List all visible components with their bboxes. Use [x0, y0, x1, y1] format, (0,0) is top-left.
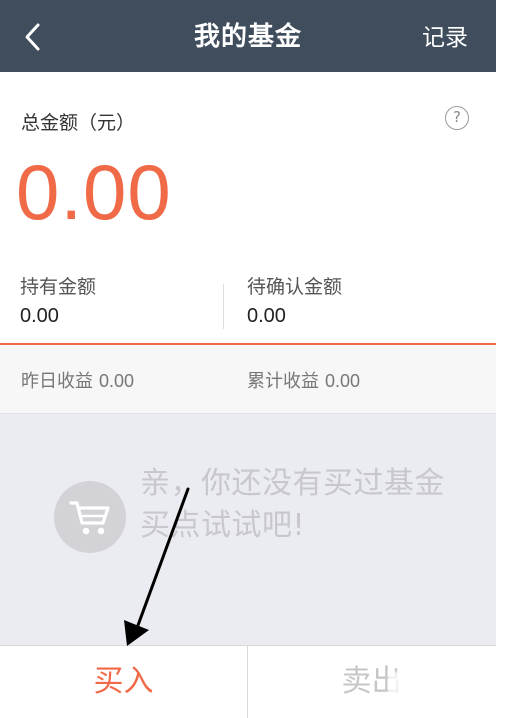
- yield-summary-row: 昨日收益 0.00 累计收益 0.00: [0, 345, 496, 414]
- yesterday-yield: 昨日收益 0.00: [21, 369, 134, 394]
- holding-amount-value: 0.00: [20, 305, 59, 327]
- holding-amount-section: 持有金额 0.00: [20, 274, 96, 329]
- holding-amount-label: 持有金额: [20, 276, 97, 298]
- pending-amount-value: 0.00: [247, 305, 286, 327]
- cumulative-yield-value: 0.00: [325, 371, 361, 391]
- amount-divider: [223, 284, 224, 329]
- empty-state-line-1: 亲，你还没有买过基金: [140, 466, 445, 501]
- fund-screen: 我的基金 记录 总金额（元） ? 0.00 持有金额 0.00 待确认金额 0.…: [0, 0, 496, 718]
- pending-amount-section: 待确认金额 0.00: [247, 274, 342, 329]
- shopping-cart-icon: [54, 481, 126, 553]
- empty-state-message: 亲，你还没有买过基金 买点试试吧!: [140, 463, 470, 547]
- yesterday-yield-label: 昨日收益: [21, 371, 93, 392]
- record-link[interactable]: 记录: [422, 22, 468, 54]
- total-amount-label: 总金额（元）: [21, 112, 136, 134]
- blurred-watermark: [388, 672, 466, 706]
- pending-amount-label: 待确认金额: [247, 276, 343, 298]
- empty-fund-state: 亲，你还没有买过基金 买点试试吧!: [0, 414, 496, 645]
- buy-button[interactable]: 买入: [0, 646, 247, 718]
- yesterday-yield-value: 0.00: [99, 371, 135, 391]
- cumulative-yield: 累计收益 0.00: [247, 369, 360, 394]
- screenshot-right-margin: [496, 0, 509, 718]
- empty-state-line-2: 买点试试吧!: [140, 508, 306, 543]
- cumulative-yield-label: 累计收益: [247, 371, 319, 392]
- app-header: 我的基金 记录: [0, 0, 496, 72]
- help-question-icon[interactable]: ?: [445, 106, 469, 130]
- total-amount-value: 0.00: [16, 148, 172, 236]
